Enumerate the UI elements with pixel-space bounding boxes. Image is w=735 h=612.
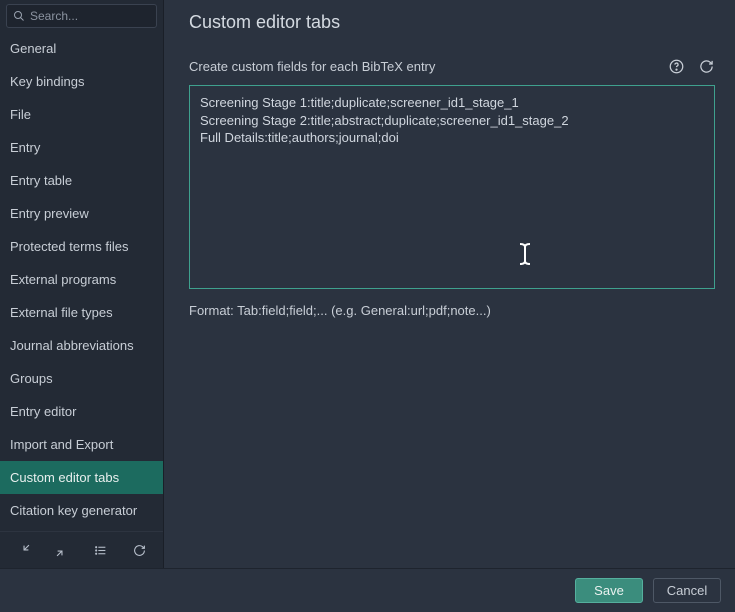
sidebar-item-label: Import and Export bbox=[10, 437, 113, 452]
sidebar-item-label: External file types bbox=[10, 305, 113, 320]
nav-list: General Key bindings File Entry Entry ta… bbox=[0, 32, 163, 531]
search-input[interactable] bbox=[30, 9, 150, 23]
sidebar-item-label: Key bindings bbox=[10, 74, 84, 89]
format-hint: Format: Tab:field;field;... (e.g. Genera… bbox=[189, 303, 715, 318]
sidebar-item-label: Journal abbreviations bbox=[10, 338, 134, 353]
sidebar-item-import-export[interactable]: Import and Export bbox=[0, 428, 163, 461]
sidebar-item-external-programs[interactable]: External programs bbox=[0, 263, 163, 296]
sidebar-item-groups[interactable]: Groups bbox=[0, 362, 163, 395]
search-icon bbox=[13, 10, 25, 22]
help-icon[interactable] bbox=[667, 57, 685, 75]
expand-out-icon[interactable] bbox=[48, 540, 76, 560]
cancel-button[interactable]: Cancel bbox=[653, 578, 721, 603]
sidebar-item-entry-preview[interactable]: Entry preview bbox=[0, 197, 163, 230]
sidebar-item-key-bindings[interactable]: Key bindings bbox=[0, 65, 163, 98]
sidebar-item-label: Entry preview bbox=[10, 206, 89, 221]
button-label: Save bbox=[594, 583, 624, 598]
sidebar-item-file[interactable]: File bbox=[0, 98, 163, 131]
refresh-icon[interactable] bbox=[126, 540, 154, 560]
sidebar-item-entry-table[interactable]: Entry table bbox=[0, 164, 163, 197]
sidebar-item-label: Groups bbox=[10, 371, 53, 386]
sidebar-item-citation-key-generator[interactable]: Citation key generator bbox=[0, 494, 163, 527]
button-label: Cancel bbox=[667, 583, 707, 598]
list-icon[interactable] bbox=[87, 540, 115, 560]
button-bar: Save Cancel bbox=[0, 568, 735, 612]
sidebar-item-label: Citation key generator bbox=[10, 503, 137, 518]
sidebar-item-protected-terms[interactable]: Protected terms files bbox=[0, 230, 163, 263]
reset-icon[interactable] bbox=[697, 57, 715, 75]
content-pane: Custom editor tabs Create custom fields … bbox=[164, 0, 735, 568]
sidebar-item-label: External programs bbox=[10, 272, 116, 287]
sidebar-item-label: File bbox=[10, 107, 31, 122]
sidebar-item-journal-abbreviations[interactable]: Journal abbreviations bbox=[0, 329, 163, 362]
sidebar-item-entry[interactable]: Entry bbox=[0, 131, 163, 164]
save-button[interactable]: Save bbox=[575, 578, 643, 603]
sidebar-footer bbox=[0, 531, 163, 568]
sidebar-item-label: General bbox=[10, 41, 56, 56]
sidebar-item-general[interactable]: General bbox=[0, 32, 163, 65]
sidebar-item-entry-editor[interactable]: Entry editor bbox=[0, 395, 163, 428]
sidebar-item-label: Custom editor tabs bbox=[10, 470, 119, 485]
collapse-in-icon[interactable] bbox=[9, 540, 37, 560]
sidebar-item-label: Entry bbox=[10, 140, 40, 155]
sidebar-item-label: Entry editor bbox=[10, 404, 76, 419]
sidebar-item-label: Protected terms files bbox=[10, 239, 129, 254]
sidebar-item-external-file-types[interactable]: External file types bbox=[0, 296, 163, 329]
custom-tabs-textarea[interactable] bbox=[189, 85, 715, 289]
sidebar-item-custom-editor-tabs[interactable]: Custom editor tabs bbox=[0, 461, 163, 494]
page-subtitle: Create custom fields for each BibTeX ent… bbox=[189, 59, 667, 74]
sidebar: General Key bindings File Entry Entry ta… bbox=[0, 0, 164, 568]
sidebar-item-label: Entry table bbox=[10, 173, 72, 188]
page-title: Custom editor tabs bbox=[189, 12, 715, 33]
search-box[interactable] bbox=[6, 4, 157, 28]
